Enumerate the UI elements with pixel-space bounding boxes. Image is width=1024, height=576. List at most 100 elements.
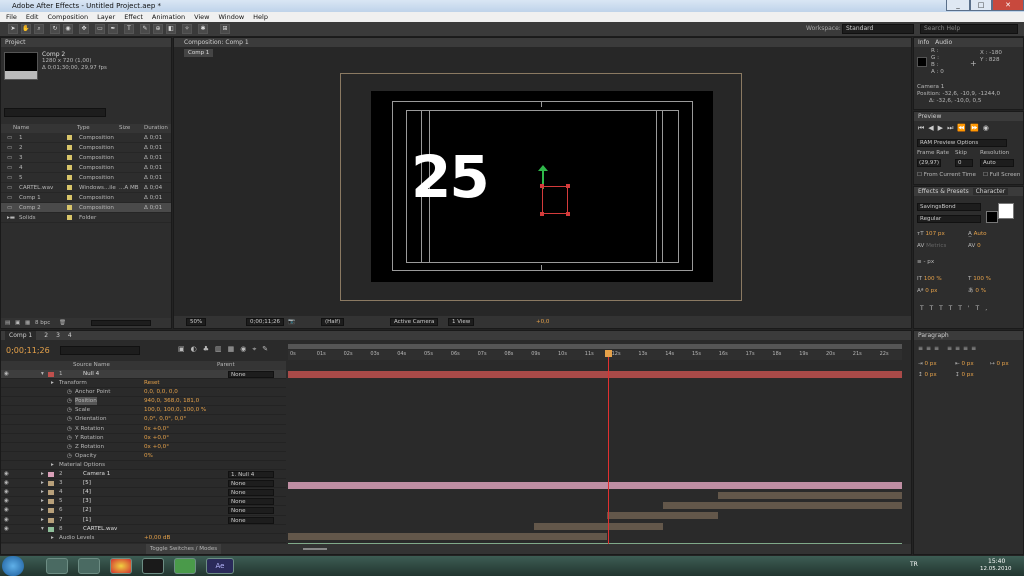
col-duration[interactable]: Duration xyxy=(144,124,168,133)
pen-tool-icon[interactable]: ✒ xyxy=(108,24,118,34)
ram-preview-select[interactable]: RAM Preview Options xyxy=(917,139,1007,147)
fill-color-swatch[interactable] xyxy=(998,203,1014,219)
current-time-display[interactable]: 0;00;11;26 xyxy=(246,318,285,326)
number-text-layer[interactable]: 25 xyxy=(411,147,490,207)
indent-left-value[interactable]: 0 px xyxy=(924,361,936,367)
chrome-taskbar-icon[interactable] xyxy=(110,558,132,574)
after-effects-taskbar-icon[interactable]: Ae xyxy=(206,558,234,574)
layer-label-color[interactable] xyxy=(48,481,54,487)
preview-tab[interactable]: Preview xyxy=(914,112,1023,121)
layer-row[interactable]: ◉ ▸ 3 [5] None xyxy=(1,479,286,489)
stroke-color-swatch[interactable] xyxy=(986,211,998,223)
menu-file[interactable]: File xyxy=(6,12,17,22)
property-value[interactable]: 0x +0,0° xyxy=(144,425,169,433)
project-scrollbar[interactable] xyxy=(91,320,151,326)
property-row[interactable]: ◷ Anchor Point 0,0, 0,0, 0,0 xyxy=(1,388,286,398)
twirl-arrow-icon[interactable]: ▸ xyxy=(41,479,44,487)
layer-label-color[interactable] xyxy=(48,372,54,377)
comp-viewer-canvas[interactable]: 25 xyxy=(371,91,713,282)
cti-handle-icon[interactable] xyxy=(605,350,612,357)
view-layout-select[interactable]: 1 View xyxy=(448,318,475,326)
property-row[interactable]: ▸ Audio Levels +0,00 dB xyxy=(1,534,286,543)
font-style-select[interactable]: Regular xyxy=(917,215,981,223)
col-size[interactable]: Size xyxy=(119,124,130,133)
skip-input[interactable]: 0 xyxy=(955,159,973,167)
project-item[interactable]: ▭ 1 Composition Δ 0;01 xyxy=(1,133,171,143)
layer-name[interactable]: [2] xyxy=(83,506,91,514)
tracking-value[interactable]: 0 xyxy=(977,243,981,249)
info-tab[interactable]: Info xyxy=(918,39,929,46)
effects-presets-tab[interactable]: Effects & Presets xyxy=(918,188,969,195)
stopwatch-icon[interactable]: ◷ xyxy=(67,406,72,414)
media-player-taskbar-icon[interactable] xyxy=(78,558,100,574)
network-taskbar-icon[interactable] xyxy=(174,558,196,574)
stopwatch-icon[interactable]: ◷ xyxy=(67,397,72,405)
property-row[interactable]: ◷ Position 940,0, 368,0, 181,0 xyxy=(1,397,286,407)
property-row[interactable]: ◷ Y Rotation 0x +0,0° xyxy=(1,434,286,443)
parent-select[interactable]: None xyxy=(228,371,274,378)
visibility-eye-icon[interactable]: ◉ xyxy=(4,479,9,487)
layer-row[interactable]: ◉ ▾ 8 CARTEL.wav xyxy=(1,525,286,534)
stopwatch-icon[interactable]: ◷ xyxy=(67,434,72,442)
stopwatch-icon[interactable]: ▸ xyxy=(51,379,54,387)
toggle-switches-modes-button[interactable]: Toggle Switches / Modes xyxy=(146,544,222,554)
audio-tab[interactable]: Audio xyxy=(935,39,952,46)
col-name[interactable]: Name xyxy=(13,124,29,133)
start-button[interactable] xyxy=(2,556,24,576)
timeline-search-input[interactable] xyxy=(60,346,140,355)
layer-name[interactable]: Camera 1 xyxy=(83,470,110,478)
indent-first-value[interactable]: 0 px xyxy=(996,361,1008,367)
parent-select[interactable]: None xyxy=(228,516,274,524)
close-button[interactable]: ✕ xyxy=(992,0,1024,11)
layer-duration-bar[interactable] xyxy=(607,512,718,520)
exposure-value[interactable]: +0,0 xyxy=(536,316,549,328)
stopwatch-icon[interactable]: ◷ xyxy=(67,452,72,460)
layer-duration-bar[interactable] xyxy=(662,502,902,510)
minimize-button[interactable]: _ xyxy=(946,0,970,11)
property-value[interactable]: +0,00 dB xyxy=(144,534,170,542)
timeline-current-time[interactable]: 0;00;11;26 xyxy=(6,346,50,355)
stopwatch-icon[interactable]: ◷ xyxy=(67,415,72,423)
layer-name[interactable]: [4] xyxy=(83,488,91,496)
timeline-tab-comp1[interactable]: Comp 1 xyxy=(5,331,37,340)
layer-label-color[interactable] xyxy=(48,508,54,514)
current-time-indicator[interactable] xyxy=(608,350,609,544)
layer-name[interactable]: Null 4 xyxy=(83,370,99,378)
twirl-arrow-icon[interactable]: ▾ xyxy=(41,370,44,378)
parent-select[interactable]: None xyxy=(228,489,274,497)
label-color-swatch[interactable] xyxy=(67,165,72,170)
paragraph-tab[interactable]: Paragraph xyxy=(914,331,1023,340)
stroke-width-value[interactable]: - px xyxy=(923,259,934,265)
menu-layer[interactable]: Layer xyxy=(97,12,115,22)
stopwatch-icon[interactable]: ▸ xyxy=(51,534,54,542)
maximize-button[interactable]: □ xyxy=(970,0,992,11)
brush-tool-icon[interactable]: ✎ xyxy=(140,24,150,34)
timeline-zoom-slider[interactable] xyxy=(303,548,327,550)
label-color-swatch[interactable] xyxy=(67,185,72,190)
null-object-box[interactable] xyxy=(542,186,568,214)
project-search-input[interactable] xyxy=(4,108,106,117)
new-folder-icon[interactable]: ▣ xyxy=(15,318,20,328)
twirl-arrow-icon[interactable]: ▸ xyxy=(41,516,44,524)
font-family-select[interactable]: SavingsBond xyxy=(917,203,981,211)
interpret-footage-icon[interactable]: ▤ xyxy=(5,318,10,328)
time-ruler[interactable]: 0s 01s 02s 03s 04s 05s 06s 07s 08s 09s 10s 11s 12s 13… xyxy=(288,350,902,360)
property-row[interactable]: ◷ Opacity 0% xyxy=(1,452,286,461)
layer-name[interactable]: CARTEL.wav xyxy=(83,525,117,533)
rotate-tool-icon[interactable]: ↻ xyxy=(50,24,60,34)
layer-name[interactable]: [1] xyxy=(83,516,91,524)
layer-row[interactable]: ◉ ▸ 5 [3] None xyxy=(1,497,286,507)
layer-duration-bar[interactable] xyxy=(288,532,608,540)
selection-tool-icon[interactable]: ➤ xyxy=(8,24,18,34)
timeline-tab-2[interactable]: 2 xyxy=(44,331,48,340)
frame-rate-select[interactable]: (29,97) xyxy=(917,159,941,167)
puppet-tool-icon[interactable]: ✱ xyxy=(198,24,208,34)
layer-duration-bar[interactable] xyxy=(533,522,663,530)
layer-label-color[interactable] xyxy=(48,526,54,532)
clone-tool-icon[interactable]: ⊕ xyxy=(153,24,163,34)
hand-tool-icon[interactable]: ✋ xyxy=(21,24,31,34)
clock-date[interactable]: 12.05.2010 xyxy=(980,566,1012,572)
menu-help[interactable]: Help xyxy=(253,12,268,22)
stopwatch-icon[interactable]: ◷ xyxy=(67,443,72,451)
property-value[interactable]: Reset xyxy=(144,379,160,387)
